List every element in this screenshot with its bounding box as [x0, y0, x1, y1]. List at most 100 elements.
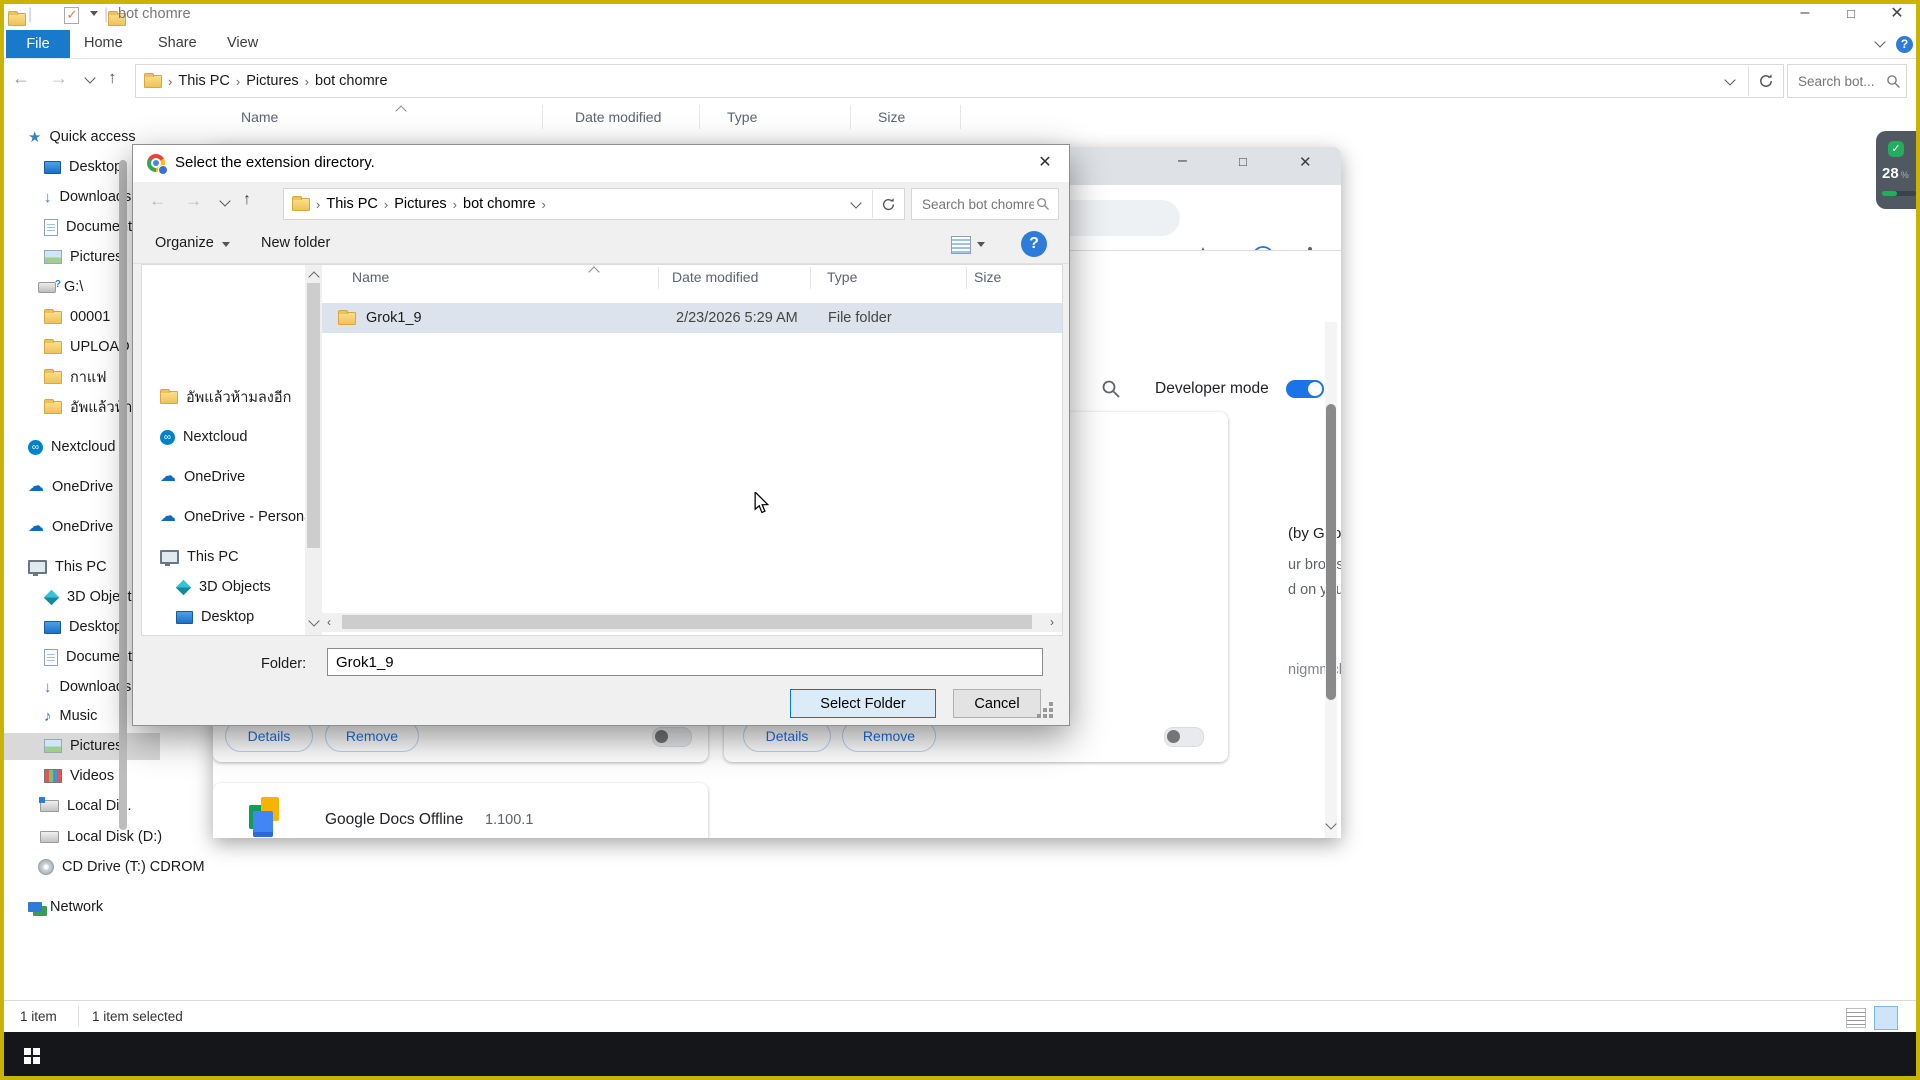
tree-item-onedrive[interactable]: ☁OneDrive: [160, 465, 245, 489]
extensions-search-icon[interactable]: [1101, 379, 1121, 399]
chrome-scrollbar-thumb[interactable]: [1326, 404, 1336, 700]
sidebar-item-local-disk-d[interactable]: Local Disk (D:): [40, 825, 162, 849]
sidebar-item-music[interactable]: ♪Music: [44, 704, 97, 728]
qat-customize-chevron-icon[interactable]: [90, 11, 98, 16]
dialog-resize-grip[interactable]: [1049, 702, 1053, 706]
sidebar-item-nextcloud[interactable]: Nextcloud: [28, 435, 115, 459]
sidebar-item-onedrive-2[interactable]: ☁OneDrive: [28, 515, 113, 539]
help-icon[interactable]: ?: [1896, 36, 1913, 53]
dialog-column-divider[interactable]: [810, 267, 811, 289]
extension-toggle-off-knob[interactable]: [655, 730, 668, 743]
recent-locations-chevron-icon[interactable]: [84, 72, 95, 83]
sidebar-item-cd-drive[interactable]: CD Drive (T:) CDROM: [38, 855, 205, 879]
explorer-titlebar[interactable]: | | bot chomre – □ ✕: [0, 0, 1920, 30]
dialog-back-icon[interactable]: ←: [149, 191, 166, 211]
chrome-minimize-button[interactable]: –: [1178, 152, 1187, 170]
sidebar-item-onedrive[interactable]: ☁OneDrive: [28, 475, 113, 499]
view-list-button-icon[interactable]: [1846, 1008, 1866, 1028]
dialog-column-name[interactable]: Name: [352, 269, 389, 285]
close-button[interactable]: ✕: [1874, 0, 1920, 30]
dialog-search-box[interactable]: [911, 188, 1059, 220]
view-mode-chevron-icon[interactable]: [977, 242, 985, 247]
sidebar-item-00001[interactable]: 00001: [44, 305, 110, 329]
dialog-search-input[interactable]: [920, 196, 1036, 213]
sidebar-item-pictures-2[interactable]: Pictures: [44, 734, 122, 758]
column-size[interactable]: Size: [878, 109, 905, 125]
explorer-search-box[interactable]: [1787, 64, 1907, 98]
sidebar-item-this-pc[interactable]: This PC: [28, 555, 107, 579]
crumb-bot-chomre[interactable]: bot chomre: [315, 73, 388, 89]
dialog-titlebar[interactable]: Select the extension directory. ✕: [133, 145, 1069, 182]
dialog-column-divider[interactable]: [658, 267, 659, 289]
new-folder-button[interactable]: New folder: [261, 235, 330, 251]
tree-item-desktop[interactable]: Desktop: [176, 605, 254, 629]
cancel-button[interactable]: Cancel: [953, 689, 1041, 718]
folder-name-input[interactable]: [327, 648, 1043, 676]
column-divider[interactable]: [542, 105, 543, 129]
sidebar-item-local-disk-c[interactable]: Local Di...: [40, 794, 131, 818]
sidebar-scrollbar[interactable]: [119, 160, 127, 830]
sidebar-item-desktop-2[interactable]: Desktop: [44, 615, 122, 639]
list-hscrollbar-thumb[interactable]: [342, 615, 1032, 629]
explorer-search-input[interactable]: [1796, 73, 1886, 90]
tree-item-thai-folder[interactable]: อัพแล้วห้ามลงอีก: [160, 385, 291, 409]
dialog-address-chevron-icon[interactable]: [850, 197, 861, 208]
dialog-column-date[interactable]: Date modified: [672, 269, 758, 285]
hscroll-right-icon[interactable]: ›: [1050, 615, 1054, 629]
tab-view[interactable]: View: [227, 35, 258, 51]
select-folder-button[interactable]: Select Folder: [790, 689, 936, 718]
dialog-refresh-icon[interactable]: [881, 197, 896, 212]
view-thumbnails-button-icon[interactable]: [1874, 1006, 1898, 1030]
search-icon[interactable]: [1886, 74, 1901, 89]
column-date-modified[interactable]: Date modified: [575, 109, 661, 125]
tab-file[interactable]: File: [6, 30, 70, 58]
security-widget[interactable]: ✓ 28%: [1876, 131, 1920, 209]
sidebar-item-g-drive[interactable]: G:\: [38, 275, 83, 299]
tree-scrollbar-thumb[interactable]: [307, 283, 320, 548]
dialog-column-size[interactable]: Size: [974, 269, 1001, 285]
start-button-icon[interactable]: [24, 1048, 31, 1055]
column-divider[interactable]: [960, 105, 961, 129]
tab-share[interactable]: Share: [158, 35, 197, 51]
crumb-this-pc[interactable]: This PC: [178, 73, 230, 89]
dialog-forward-icon[interactable]: →: [185, 191, 202, 211]
extension-toggle-off-knob[interactable]: [1167, 730, 1180, 743]
back-icon[interactable]: ←: [12, 68, 30, 89]
chrome-maximize-button[interactable]: □: [1239, 154, 1247, 169]
tree-item-3d-objects[interactable]: 3D Objects: [176, 575, 271, 599]
sidebar-item-network[interactable]: Network: [28, 895, 103, 919]
view-mode-icon[interactable]: [951, 236, 971, 254]
sidebar-item-videos[interactable]: Videos: [44, 764, 114, 788]
dialog-recent-chevron-icon[interactable]: [219, 195, 230, 206]
organize-button[interactable]: Organize: [155, 235, 230, 251]
dialog-address-box[interactable]: › This PC › Pictures › bot chomre ›: [283, 188, 905, 220]
column-divider[interactable]: [850, 105, 851, 129]
sidebar-item-pictures[interactable]: Pictures: [44, 245, 122, 269]
sidebar-item-desktop[interactable]: Desktop: [44, 155, 122, 179]
dialog-column-type[interactable]: Type: [827, 269, 857, 285]
qat-properties-icon[interactable]: [64, 7, 79, 24]
minimize-button[interactable]: –: [1782, 0, 1828, 30]
forward-icon[interactable]: →: [50, 68, 68, 89]
ribbon-expand-chevron-icon[interactable]: [1874, 36, 1885, 47]
column-name[interactable]: Name: [241, 109, 278, 125]
maximize-button[interactable]: □: [1828, 0, 1874, 30]
tree-item-this-pc[interactable]: This PC: [160, 545, 239, 569]
dialog-crumb-pictures[interactable]: Pictures: [394, 196, 446, 212]
column-type[interactable]: Type: [727, 109, 757, 125]
address-box[interactable]: › This PC › Pictures › bot chomre: [135, 64, 1784, 98]
dialog-search-icon[interactable]: [1036, 197, 1050, 211]
refresh-icon[interactable]: [1758, 73, 1774, 89]
sidebar-item-quick-access[interactable]: ★Quick access: [28, 125, 136, 149]
hscroll-left-icon[interactable]: ‹: [327, 615, 331, 629]
sidebar-item-upload[interactable]: UPLOAD: [44, 335, 130, 359]
address-dropdown-chevron-icon[interactable]: [1724, 74, 1735, 85]
developer-mode-toggle-knob[interactable]: [1308, 382, 1322, 396]
sidebar-item-coffee[interactable]: กาแฟ: [44, 365, 107, 389]
tree-item-onedrive-personal[interactable]: ☁OneDrive - Personal: [160, 505, 305, 529]
tree-item-nextcloud[interactable]: Nextcloud: [160, 425, 247, 449]
tab-home[interactable]: Home: [84, 35, 123, 51]
crumb-pictures[interactable]: Pictures: [246, 73, 298, 89]
dialog-up-icon[interactable]: ↑: [243, 191, 251, 209]
file-row-grok1-9[interactable]: Grok1_9 2/23/2026 5:29 AM File folder: [322, 303, 1062, 333]
